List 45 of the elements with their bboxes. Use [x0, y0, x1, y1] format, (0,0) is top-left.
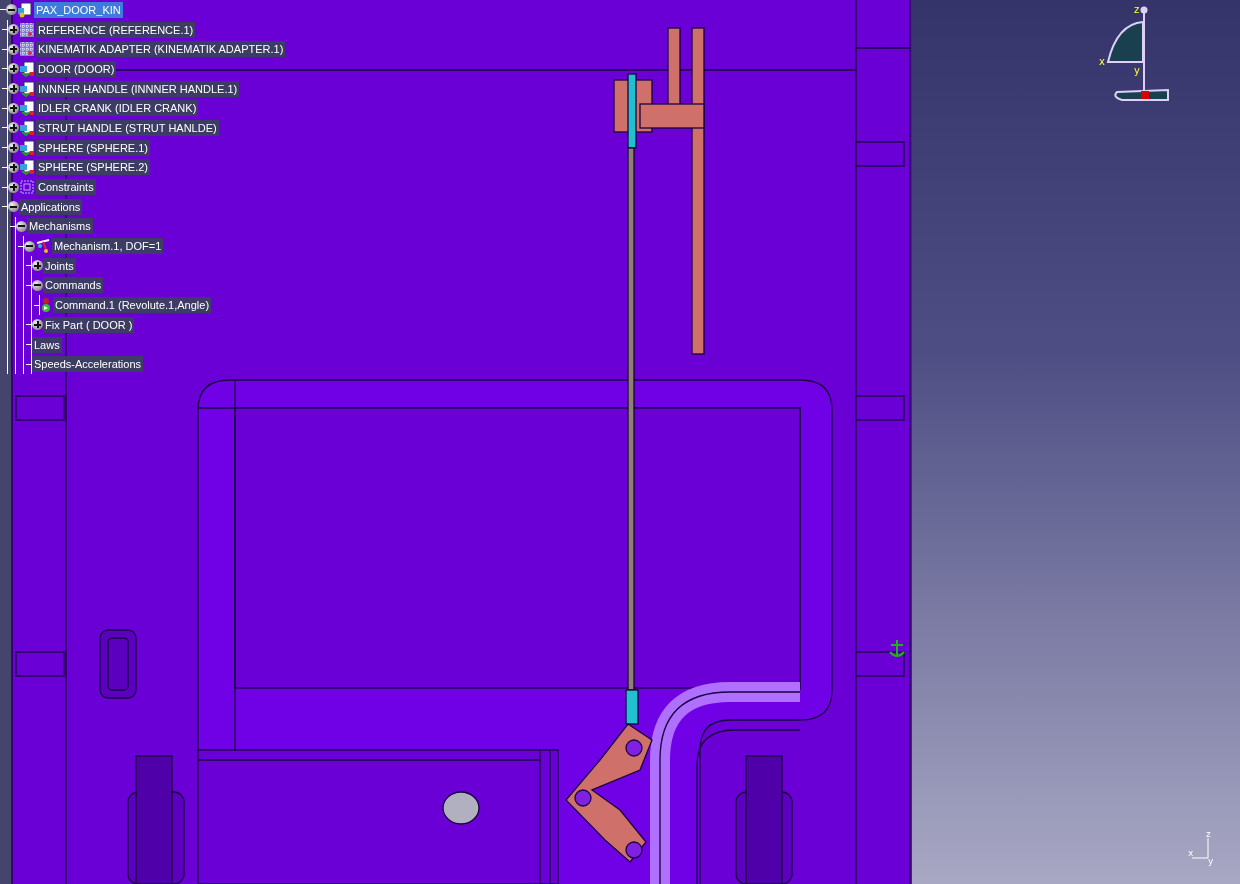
- y-axis-label: y: [1134, 65, 1140, 76]
- expand-toggle[interactable]: [32, 319, 43, 331]
- y-axis-label: y: [1208, 856, 1214, 866]
- expand-toggle[interactable]: [8, 142, 19, 154]
- expand-toggle[interactable]: [8, 43, 19, 55]
- collapse-toggle[interactable]: [16, 220, 27, 232]
- tree-item[interactable]: KINEMATIK ADAPTER (KINEMATIK ADAPTER.1): [36, 41, 286, 58]
- axis-triad-icon: [1191, 837, 1209, 859]
- tree-item[interactable]: Commands: [43, 277, 104, 294]
- expand-toggle[interactable]: [8, 83, 19, 95]
- x-axis-label: x: [1188, 848, 1194, 858]
- tree-item[interactable]: Mechanism.1, DOF=1: [52, 238, 164, 255]
- component-icon: [19, 41, 35, 58]
- collapse-toggle[interactable]: [24, 240, 35, 252]
- tree-item[interactable]: IDLER CRANK (IDLER CRANK): [36, 100, 199, 117]
- constraints-icon: [19, 179, 35, 196]
- z-axis-label: z: [1206, 829, 1211, 839]
- product-icon: [17, 1, 33, 18]
- expand-toggle[interactable]: [8, 122, 19, 134]
- x-axis-label: x: [1099, 56, 1105, 67]
- tree-item[interactable]: Speeds-Accelerations: [32, 356, 143, 373]
- z-axis-label: z: [1134, 4, 1140, 15]
- part-icon: [19, 80, 35, 97]
- tree-item[interactable]: Constraints: [36, 179, 96, 196]
- tree-item[interactable]: Command.1 (Revolute.1,Angle): [53, 297, 212, 314]
- anchor-icon: [889, 639, 905, 657]
- collapse-toggle[interactable]: [6, 4, 17, 16]
- part-icon: [19, 100, 35, 117]
- collapse-toggle[interactable]: [32, 279, 43, 291]
- tree-item[interactable]: Mechanisms: [27, 218, 93, 235]
- expand-toggle[interactable]: [8, 181, 19, 193]
- mechanism-icon: [35, 238, 51, 255]
- expand-toggle[interactable]: [8, 102, 19, 114]
- expand-toggle[interactable]: [8, 63, 19, 75]
- compass-drawing[interactable]: [1107, 6, 1169, 101]
- part-icon: [19, 159, 35, 176]
- part-icon: [19, 119, 35, 136]
- tree-item[interactable]: SPHERE (SPHERE.2): [36, 159, 151, 176]
- expand-toggle[interactable]: [8, 24, 19, 36]
- part-icon: [19, 139, 35, 156]
- expand-toggle[interactable]: [32, 260, 43, 272]
- part-icon: [19, 60, 35, 77]
- command-icon: [40, 297, 52, 314]
- expand-toggle[interactable]: [8, 161, 19, 173]
- collapse-toggle[interactable]: [8, 201, 19, 213]
